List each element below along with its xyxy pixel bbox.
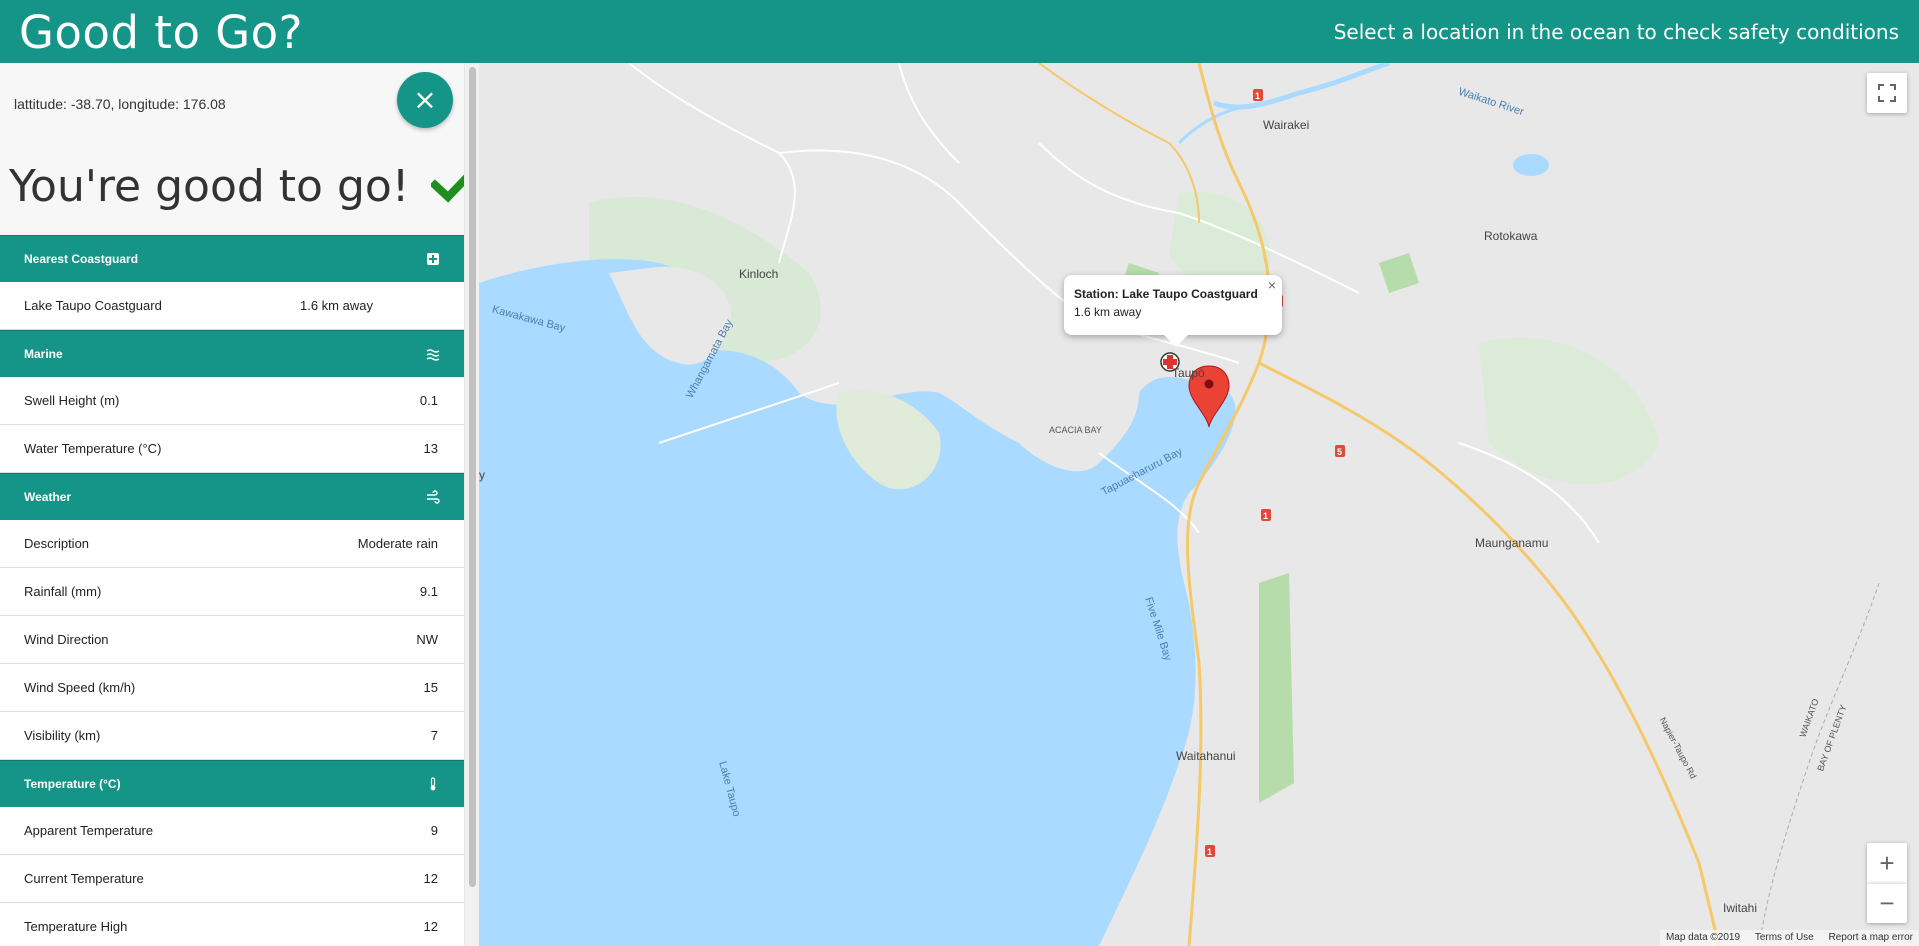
section-nearest-coastguard: Nearest Coastguard <box>0 235 464 282</box>
row-label: Current Temperature <box>24 871 144 886</box>
row-value: 9.1 <box>419 584 438 599</box>
map-canvas[interactable]: Wairakei Waikato River Rotokawa Kinloch … <box>479 63 1919 946</box>
row-value: Moderate rain <box>357 536 438 551</box>
map-label-acacia-bay: ACACIA BAY <box>1049 425 1102 435</box>
map-label-taupo: Taupō <box>1172 366 1205 380</box>
map-base <box>479 63 1919 946</box>
sidebar-scrollbar[interactable] <box>464 63 479 946</box>
close-button[interactable]: × <box>397 72 453 128</box>
panel-summary: lattitude: -38.70, longitude: 176.08 × Y… <box>0 63 464 235</box>
table-row: Rainfall (mm) 9.1 <box>0 568 464 616</box>
zoom-out-button[interactable]: − <box>1867 883 1907 923</box>
section-title: Marine <box>24 347 63 361</box>
section-title: Temperature (°C) <box>24 777 121 791</box>
coastguard-distance: 1.6 km away <box>300 298 373 313</box>
coastguard-station: Lake Taupo Coastguard <box>24 298 162 313</box>
table-row: Water Temperature (°C) 13 <box>0 425 464 473</box>
row-label: Wind Direction <box>24 632 109 647</box>
map-label-maunganamu: Maunganamu <box>1475 536 1549 550</box>
hwy-label-1d: 1 <box>1207 847 1213 857</box>
section-marine: Marine <box>0 330 464 377</box>
minus-icon: − <box>1879 888 1895 918</box>
section-temperature: Temperature (°C) <box>0 760 464 807</box>
section-title: Nearest Coastguard <box>24 252 139 266</box>
row-label: Swell Height (m) <box>24 393 120 408</box>
scrollbar-thumb[interactable] <box>469 67 476 887</box>
row-label: Temperature High <box>24 919 128 934</box>
map-label-wairakei: Wairakei <box>1263 118 1310 132</box>
map-label-iwitahi: Iwitahi <box>1723 901 1758 915</box>
infowindow-distance: 1.6 km away <box>1074 305 1142 319</box>
map-label-waitahanui: Waitahanui <box>1176 749 1236 763</box>
wind-icon <box>427 490 440 504</box>
table-row: Temperature High 12 <box>0 903 464 946</box>
row-value: 13 <box>423 441 438 456</box>
row-value: 12 <box>423 871 438 886</box>
table-row: Swell Height (m) 0.1 <box>0 377 464 425</box>
terms-link[interactable]: Terms of Use <box>1755 932 1814 943</box>
row-label: Rainfall (mm) <box>24 584 102 599</box>
checkmark-icon <box>431 175 464 203</box>
zoom-in-button[interactable]: + <box>1867 843 1907 883</box>
plus-icon: + <box>1879 847 1895 878</box>
app-header: Good to Go? Select a location in the oce… <box>0 0 1919 63</box>
verdict-text: You're good to go! <box>9 161 410 212</box>
map-label-rotokawa: Rotokawa <box>1484 229 1538 243</box>
section-title: Weather <box>24 490 72 504</box>
fullscreen-icon <box>1878 84 1896 102</box>
row-label: Apparent Temperature <box>24 823 154 838</box>
thermometer-icon <box>430 777 436 791</box>
row-label: Wind Speed (km/h) <box>24 680 136 695</box>
infowindow-close-icon[interactable]: × <box>1268 277 1276 293</box>
report-error-link[interactable]: Report a map error <box>1829 932 1913 943</box>
table-row: Apparent Temperature 9 <box>0 807 464 855</box>
row-value: 12 <box>423 919 438 934</box>
waves-icon <box>426 349 440 361</box>
map-label-bay-fragment: y <box>479 468 485 482</box>
station-infowindow: Station: Lake Taupo Coastguard 1.6 km aw… <box>1064 275 1282 347</box>
close-icon: × <box>413 83 437 116</box>
row-label: Description <box>24 536 90 551</box>
map-attribution: Map data ©2019 Terms of Use Report a map… <box>1659 930 1919 946</box>
header-tagline: Select a location in the ocean to check … <box>1333 20 1899 44</box>
infowindow-title: Station: Lake Taupo Coastguard <box>1074 287 1258 301</box>
section-weather: Weather <box>0 473 464 520</box>
row-value: NW <box>416 632 438 647</box>
hwy-label-1a: 1 <box>1255 91 1261 101</box>
conditions-panel: lattitude: -38.70, longitude: 176.08 × Y… <box>0 63 464 946</box>
row-value: 9 <box>430 823 438 838</box>
coastguard-row: Lake Taupo Coastguard 1.6 km away <box>0 282 464 330</box>
table-row: Wind Speed (km/h) 15 <box>0 664 464 712</box>
row-value: 0.1 <box>419 393 438 408</box>
row-value: 15 <box>423 680 438 695</box>
medical-cross-icon <box>427 253 439 265</box>
hwy-label-1c: 1 <box>1263 511 1269 521</box>
app-title: Good to Go? <box>19 6 304 59</box>
map-label-kinloch: Kinloch <box>739 267 779 281</box>
safety-verdict: You're good to go! <box>9 161 464 212</box>
table-row: Visibility (km) 7 <box>0 712 464 760</box>
table-row: Wind Direction NW <box>0 616 464 664</box>
row-label: Visibility (km) <box>24 728 101 743</box>
map-data-credit: Map data ©2019 <box>1665 932 1741 943</box>
fullscreen-button[interactable] <box>1867 73 1907 113</box>
coordinates-text: lattitude: -38.70, longitude: 176.08 <box>14 96 226 112</box>
row-label: Water Temperature (°C) <box>24 441 162 456</box>
table-row: Description Moderate rain <box>0 520 464 568</box>
row-value: 7 <box>430 728 438 743</box>
table-row: Current Temperature 12 <box>0 855 464 903</box>
hwy-label-5: 5 <box>1337 447 1343 457</box>
